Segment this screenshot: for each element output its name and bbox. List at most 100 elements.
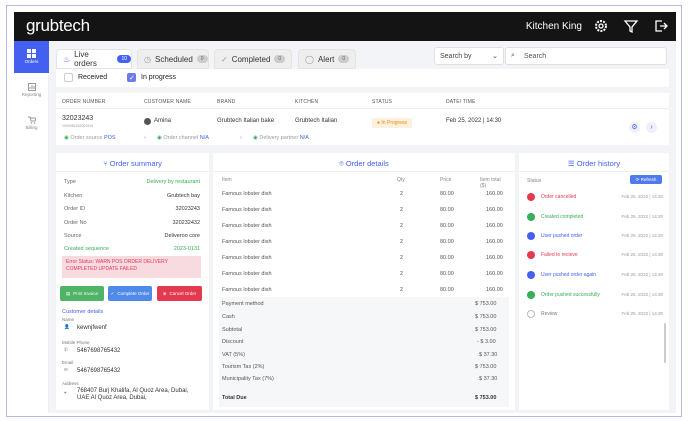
tab-count: 0 (338, 55, 350, 63)
cart-icon (27, 116, 37, 124)
gear-icon[interactable] (593, 18, 609, 34)
summary-title-text: Order summary (109, 159, 162, 168)
item-qty: 2 (400, 255, 404, 261)
total-key: VAT (5%) (222, 352, 245, 358)
status-dot (527, 291, 535, 299)
refresh-button[interactable]: ⟳ Refresh (630, 175, 662, 184)
print-invoice-button[interactable]: ▤ Print Invoice (60, 286, 104, 301)
status-filter-bar: Received ✓ In progress (56, 69, 669, 87)
location-icon: ⌖ (64, 390, 67, 395)
total-key: Municipality Tax (7%) (222, 376, 274, 382)
header-item: Item (222, 177, 232, 183)
item-qty: 2 (400, 191, 404, 197)
search-input[interactable]: ⌕ Search (505, 47, 667, 65)
summary-row: Type Delivery by restaurant (64, 179, 200, 185)
item-price: 80.00 (440, 255, 454, 261)
tab-alert[interactable]: ◯ Alert 0 (298, 49, 356, 69)
history-date: Feb 25, 2022 | 14:30 (621, 233, 663, 238)
summary-title: ⑂ Order summary (56, 159, 209, 168)
delivery-partner: ◉ Delivery partner N/A (253, 135, 309, 141)
summary-row: Created sequence 2023-0131 (64, 246, 200, 252)
field-value: kewnjfwenf (77, 325, 107, 331)
logo: grubtech (26, 16, 90, 35)
status-badge: ● In Progress (372, 118, 412, 128)
report-icon (27, 83, 36, 91)
item-total: 160.00 (486, 191, 503, 197)
total-value: - $ 3.00 (477, 339, 496, 345)
field-value: 5467698765432 (77, 368, 121, 374)
total-key: Subtotal (222, 327, 243, 333)
filter-icon[interactable] (623, 18, 639, 34)
complete-order-button[interactable]: ✓ Complete Order (108, 286, 152, 301)
item-price: 80.00 (440, 223, 454, 229)
history-label: User pushed order again (541, 272, 597, 278)
refresh-label: Refresh (640, 177, 657, 182)
tab-completed[interactable]: ✓ Completed 0 (214, 49, 292, 69)
status-dot (527, 310, 535, 318)
tab-live-orders[interactable]: ♨ Live orders 10 (56, 49, 132, 69)
channel-value: N/A (199, 135, 209, 141)
summary-key: Source (64, 233, 82, 239)
check-icon: ✓ (129, 75, 135, 82)
item-name: Famous lobster dish (222, 271, 272, 277)
summary-value: 2023-0131 (173, 246, 200, 252)
status-text: In Progress (381, 120, 407, 126)
customer-address-field: Address ⌖ 768407 Burj Khalifa, Al Quoz Are… (62, 381, 203, 407)
history-label: Order cancelled (541, 194, 577, 200)
source-value: POS (103, 135, 116, 141)
in-progress-checkbox[interactable]: ✓ (127, 73, 136, 82)
chevron-right-icon[interactable]: › (240, 135, 242, 141)
item-total: 160.00 (486, 239, 503, 245)
source-icon: ◉ (64, 135, 69, 141)
history-title: ☰ Order history (519, 159, 669, 168)
tab-count: 10 (117, 55, 131, 63)
customer-details-title: Customer details (62, 309, 104, 315)
field-label: Name (62, 317, 75, 322)
order-row[interactable]: ORDER NUMBER CUSTOMER NAME BRAND KITCHEN… (56, 93, 669, 145)
search-by-select[interactable]: Search by ⌄ (434, 47, 504, 65)
history-label: Order pushed successfully (541, 292, 600, 298)
item-price: 80.00 (440, 271, 454, 277)
kitchen-name: Grubtech Italian (295, 118, 338, 124)
item-name: Famous lobster dish (222, 191, 272, 197)
settings-icon[interactable]: ⚙ (629, 122, 640, 133)
print-icon: ▤ (65, 291, 71, 296)
item-qty: 2 (400, 223, 404, 229)
logout-icon[interactable] (653, 18, 669, 34)
partner-value: N/A (299, 135, 309, 141)
sidebar-item-billing[interactable]: Billing (14, 116, 49, 136)
chevron-right-icon[interactable]: › (646, 122, 657, 133)
sidebar-item-reporting[interactable]: Reporting (14, 83, 49, 103)
order-summary-panel: ⑂ Order summary Type Delivery by restaura… (56, 153, 209, 410)
status-dot (527, 213, 535, 221)
summary-row: Source Deliveroo core (64, 233, 200, 239)
chevron-left-icon[interactable]: ‹ (144, 135, 146, 141)
summary-key: Type (64, 179, 76, 185)
history-date: Feb 25, 2022 | 14:30 (621, 194, 663, 199)
received-checkbox[interactable] (64, 73, 73, 82)
scrollbar[interactable] (664, 323, 666, 363)
summary-row: Kitchen Grubtech bay (64, 193, 200, 199)
item-name: Famous lobster dish (222, 207, 272, 213)
summary-value: Deliveroo core (164, 233, 200, 239)
close-circle-icon: ⊗ (162, 291, 167, 296)
tab-scheduled[interactable]: ◷ Scheduled 0 (137, 49, 209, 69)
summary-row: Order ID 32023243 (64, 206, 200, 212)
item-qty: 2 (400, 207, 404, 213)
channel-label: Order channel (163, 135, 199, 141)
details-title: ⌾ Order details (213, 159, 515, 169)
item-price: 80.00 (440, 207, 454, 213)
error-status: Error Status: WARN POS ORDER DELIVERY CO… (62, 256, 201, 278)
field-label: Email (62, 360, 74, 365)
item-qty: 2 (400, 287, 404, 293)
brand-name[interactable]: Kitchen King (526, 21, 582, 32)
cancel-order-button[interactable]: ⊗ Cancel Order (157, 286, 202, 301)
sidebar-item-orders[interactable]: Orders (14, 41, 49, 73)
field-label: Mobile Phone (62, 340, 90, 345)
user-icon: 👤 (64, 324, 70, 329)
item-name: Famous lobster dish (222, 255, 272, 261)
tab-label: Scheduled (154, 54, 193, 64)
sidebar-item-label: Orders (24, 59, 39, 64)
item-price: 80.00 (440, 191, 454, 197)
summary-value: 32023243 (175, 206, 200, 212)
